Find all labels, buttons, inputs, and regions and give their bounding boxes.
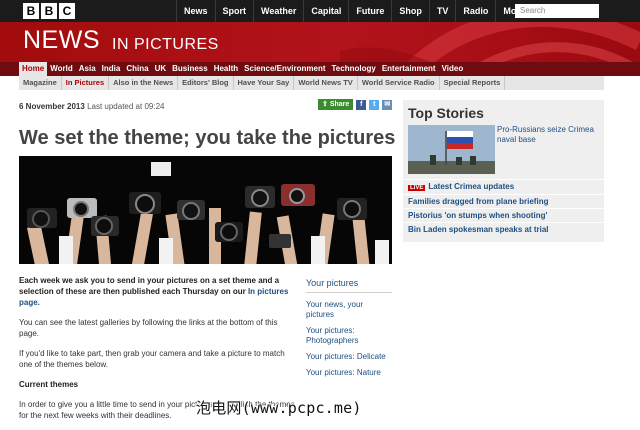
top-story-thumbnail[interactable] xyxy=(408,125,495,174)
global-nav-capital[interactable]: Capital xyxy=(303,0,348,22)
nav-science[interactable]: Science/Environment xyxy=(241,62,328,76)
site-watermark: 泡电网(www.pcpc.me) xyxy=(196,399,362,417)
article-paragraph: You can see the latest galleries by foll… xyxy=(19,318,278,338)
your-pictures-link[interactable]: Your pictures: Photographers xyxy=(306,326,392,346)
nav-asia[interactable]: Asia xyxy=(76,62,99,76)
search-input[interactable]: Search xyxy=(515,4,599,18)
your-pictures-link[interactable]: Your news, your pictures xyxy=(306,300,392,320)
global-nav-weather[interactable]: Weather xyxy=(253,0,303,22)
global-nav: News Sport Weather Capital Future Shop T… xyxy=(176,0,539,22)
live-badge: LIVE xyxy=(408,185,426,191)
twitter-icon[interactable]: t xyxy=(369,99,380,110)
top-story-item[interactable]: LIVE Latest Crimea updates xyxy=(408,182,514,191)
your-pictures-panel: Your pictures Your news, your pictures Y… xyxy=(306,278,392,384)
divider xyxy=(403,208,604,209)
global-nav-future[interactable]: Future xyxy=(348,0,391,22)
share-label: Share xyxy=(329,101,350,108)
top-stories-title: Top Stories xyxy=(408,105,484,121)
global-nav-tv[interactable]: TV xyxy=(428,0,456,22)
subnav-magazine[interactable]: Magazine xyxy=(19,76,62,90)
top-story-item[interactable]: Families dragged from plane briefing xyxy=(408,197,548,206)
article-paragraph: If you'd like to take part, then grab yo… xyxy=(19,349,285,369)
masthead-swirl-graphic xyxy=(340,22,640,62)
intro-text: Each week we ask you to send in your pic… xyxy=(19,276,280,296)
share-button[interactable]: ⇪ Share xyxy=(318,99,354,110)
global-nav-sport[interactable]: Sport xyxy=(214,0,254,22)
crimea-flag-photo xyxy=(408,125,495,174)
top-story-lead[interactable]: Pro-Russians seize Crimea naval base xyxy=(497,125,602,145)
top-story-item[interactable]: Pistorius 'on stumps when shooting' xyxy=(408,211,547,220)
primary-nav: Home World Asia India China UK Business … xyxy=(0,62,640,76)
nav-video[interactable]: Video xyxy=(439,62,467,76)
your-pictures-link[interactable]: Your pictures: Nature xyxy=(306,368,392,378)
nav-health[interactable]: Health xyxy=(211,62,241,76)
secondary-nav: Magazine In Pictures Also in the News Ed… xyxy=(19,76,604,90)
page-title: We set the theme; you take the pictures xyxy=(19,127,396,149)
masthead: NEWS IN PICTURES xyxy=(0,22,640,62)
logo-letter-c: C xyxy=(59,3,75,19)
nav-china[interactable]: China xyxy=(123,62,151,76)
subnav-in-pictures[interactable]: In Pictures xyxy=(62,76,110,90)
subnav-editors-blog[interactable]: Editors' Blog xyxy=(178,76,234,90)
nav-business[interactable]: Business xyxy=(169,62,211,76)
hero-photographers-illustration xyxy=(19,156,392,264)
top-stories-panel: Top Stories Pro-Russians seize Crimea na… xyxy=(403,100,604,242)
article-updated: Last updated at 09:24 xyxy=(87,102,165,111)
global-nav-shop[interactable]: Shop xyxy=(391,0,429,22)
your-pictures-title: Your pictures xyxy=(306,278,392,293)
top-story-item-label: Latest Crimea updates xyxy=(428,182,515,191)
share-tools: ⇪ Share f t ✉ xyxy=(318,99,393,110)
divider xyxy=(403,179,604,180)
subnav-world-news-tv[interactable]: World News TV xyxy=(294,76,358,90)
logo-letter-b1: B xyxy=(23,3,39,19)
top-story-item[interactable]: Bin Laden spokesman speaks at trial xyxy=(408,225,549,234)
current-themes-heading: Current themes xyxy=(19,380,79,389)
nav-world[interactable]: World xyxy=(47,62,76,76)
nav-uk[interactable]: UK xyxy=(152,62,170,76)
subnav-world-service-radio[interactable]: World Service Radio xyxy=(358,76,440,90)
article-dateline: 6 November 2013 Last updated at 09:24 xyxy=(19,102,164,111)
divider xyxy=(403,194,604,195)
nav-technology[interactable]: Technology xyxy=(329,62,379,76)
global-nav-radio[interactable]: Radio xyxy=(455,0,495,22)
hero-image xyxy=(19,156,392,264)
your-pictures-link[interactable]: Your pictures: Delicate xyxy=(306,352,392,362)
subnav-have-your-say[interactable]: Have Your Say xyxy=(234,76,295,90)
nav-india[interactable]: India xyxy=(99,62,124,76)
article-date: 6 November 2013 xyxy=(19,102,85,111)
global-nav-news[interactable]: News xyxy=(176,0,215,22)
brand-news[interactable]: NEWS xyxy=(23,26,100,55)
section-title: IN PICTURES xyxy=(112,36,219,53)
bbc-logo[interactable]: B B C xyxy=(23,3,75,19)
subnav-also-in-news[interactable]: Also in the News xyxy=(109,76,179,90)
logo-letter-b2: B xyxy=(41,3,57,19)
email-icon[interactable]: ✉ xyxy=(382,99,393,110)
article-intro: Each week we ask you to send in your pic… xyxy=(19,275,297,308)
nav-home[interactable]: Home xyxy=(19,62,48,76)
global-header: B B C News Sport Weather Capital Future … xyxy=(0,0,640,22)
subnav-special-reports[interactable]: Special Reports xyxy=(440,76,506,90)
divider xyxy=(403,222,604,223)
facebook-icon[interactable]: f xyxy=(356,99,367,110)
nav-entertainment[interactable]: Entertainment xyxy=(379,62,439,76)
